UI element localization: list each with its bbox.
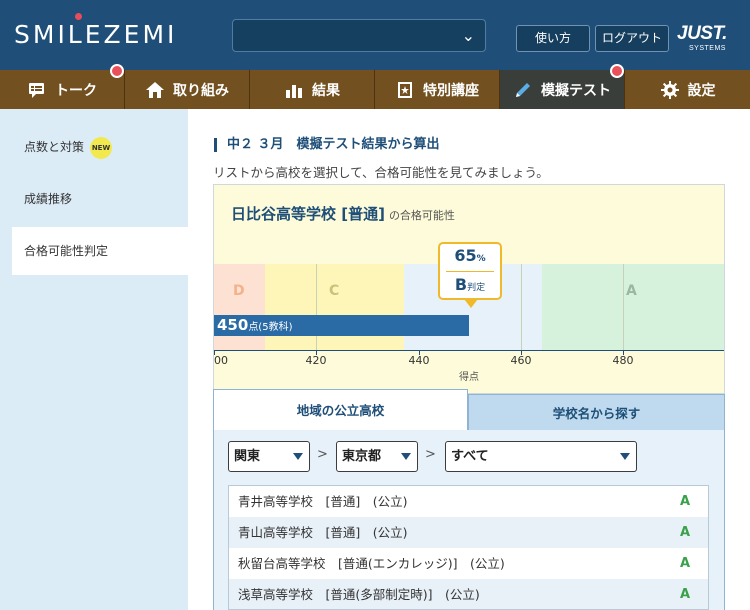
school-grade: A bbox=[679, 587, 690, 602]
brand-sub: SYSTEMS bbox=[689, 45, 726, 52]
nav-item-activities[interactable]: 取り組み bbox=[125, 70, 250, 109]
separator: > bbox=[425, 447, 436, 462]
zone-label: D bbox=[233, 283, 245, 299]
header-dropdown[interactable]: ⌄ bbox=[232, 19, 486, 52]
zone-d: D bbox=[214, 264, 265, 350]
school-grade: A bbox=[679, 494, 690, 509]
main-content: 中２ ３月 模擬テスト結果から算出 リストから高校を選択して、合格可能性を見てみ… bbox=[188, 109, 750, 610]
gridline bbox=[316, 264, 317, 350]
tab-regional-public[interactable]: 地域の公立高校 bbox=[213, 389, 468, 431]
section-subtitle: リストから高校を選択して、合格可能性を見てみましょう。 bbox=[213, 165, 549, 180]
gridline bbox=[521, 264, 522, 350]
nav-item-special-course[interactable]: 特別講座 bbox=[375, 70, 500, 109]
logo-dot bbox=[75, 13, 82, 20]
nav-item-talk[interactable]: トーク bbox=[0, 64, 125, 109]
region-select[interactable]: 関東 bbox=[228, 441, 310, 472]
school-list-name: 青山高等学校 [普通] (公立) bbox=[238, 525, 408, 540]
logout-button[interactable]: ログアウト bbox=[595, 25, 669, 52]
sidebar: 点数と対策 NEW 成績推移 合格可能性判定 bbox=[0, 109, 188, 610]
main-nav: トーク 取り組み 結果 特別講座 模擬テスト 設定 bbox=[0, 64, 750, 109]
pass-probability-chart: 日比谷高等学校 [普通] の合格可能性 D C A 450点(5教科) 00 42… bbox=[213, 184, 725, 394]
dropdown-arrow-icon bbox=[620, 453, 630, 460]
x-tick-label: 00 bbox=[214, 354, 228, 367]
region-value: 関東 bbox=[234, 449, 261, 464]
nav-label: 結果 bbox=[312, 82, 340, 99]
gridline bbox=[623, 264, 624, 350]
category-value: すべて bbox=[451, 449, 489, 464]
probability-value: 65% bbox=[454, 246, 486, 265]
sidebar-item-label: 合格可能性判定 bbox=[24, 244, 109, 258]
zone-c: C bbox=[265, 264, 404, 350]
x-tick-label: 460 bbox=[510, 354, 532, 367]
callout-tail bbox=[464, 299, 478, 308]
school-grade: A bbox=[679, 525, 690, 540]
pencil-icon bbox=[516, 82, 530, 97]
school-list-name: 秋留台高等学校 [普通(エンカレッジ)] (公立) bbox=[238, 556, 505, 571]
list-item[interactable]: 秋留台高等学校 [普通(エンカレッジ)] (公立) A bbox=[229, 548, 708, 579]
sidebar-item-scores[interactable]: 点数と対策 NEW bbox=[12, 123, 188, 171]
list-item[interactable]: 青山高等学校 [普通] (公立) A bbox=[229, 517, 708, 548]
dropdown-arrow-icon bbox=[401, 453, 411, 460]
list-item[interactable]: 青井高等学校 [普通] (公立) A bbox=[229, 486, 708, 517]
tab-search-by-name[interactable]: 学校名から探す bbox=[468, 394, 725, 431]
judgement-grade: B判定 bbox=[446, 271, 494, 301]
new-badge: NEW bbox=[90, 136, 113, 159]
usage-button[interactable]: 使い方 bbox=[516, 25, 590, 52]
section-title: 中２ ３月 模擬テスト結果から算出 bbox=[214, 138, 440, 152]
gear-icon bbox=[660, 80, 679, 99]
x-axis bbox=[214, 350, 724, 351]
prefecture-select[interactable]: 東京都 bbox=[336, 441, 418, 472]
nav-item-results[interactable]: 結果 bbox=[250, 70, 375, 109]
x-axis-title: 得点 bbox=[459, 372, 479, 383]
sidebar-item-label: 成績推移 bbox=[24, 192, 73, 206]
school-list-name: 浅草高等学校 [普通(多部制定時)] (公立) bbox=[238, 587, 480, 602]
home-icon bbox=[146, 81, 164, 98]
chat-icon bbox=[29, 82, 44, 98]
sidebar-item-label: 点数と対策 bbox=[24, 140, 85, 154]
school-list: 青井高等学校 [普通] (公立) A 青山高等学校 [普通] (公立) A 秋留台高… bbox=[228, 485, 709, 610]
school-list-name: 青井高等学校 [普通] (公立) bbox=[238, 494, 408, 509]
x-tick-label: 480 bbox=[612, 354, 634, 367]
separator: > bbox=[317, 447, 328, 462]
nav-label: 設定 bbox=[687, 82, 716, 99]
score-value: 450 bbox=[217, 316, 249, 334]
school-suffix: の合格可能性 bbox=[388, 209, 455, 222]
dropdown-arrow-icon bbox=[293, 453, 303, 460]
prefecture-value: 東京都 bbox=[342, 449, 382, 464]
notification-dot bbox=[110, 64, 124, 78]
nav-label: 模擬テスト bbox=[541, 82, 611, 99]
category-select[interactable]: すべて bbox=[445, 441, 637, 472]
sidebar-item-trend[interactable]: 成績推移 bbox=[12, 175, 188, 223]
search-tabs: 地域の公立高校 学校名から探す bbox=[213, 389, 725, 431]
nav-label: 取り組み bbox=[173, 82, 229, 99]
bar-chart-icon bbox=[286, 84, 302, 98]
nav-item-settings[interactable]: 設定 bbox=[625, 70, 750, 109]
nav-item-mock-test[interactable]: 模擬テスト bbox=[500, 64, 625, 109]
school-grade: A bbox=[679, 556, 690, 571]
school-name: 日比谷高等学校 [普通] の合格可能性 bbox=[231, 205, 455, 223]
list-item[interactable]: 浅草高等学校 [普通(多部制定時)] (公立) A bbox=[229, 579, 708, 609]
chevron-down-icon: ⌄ bbox=[461, 26, 475, 45]
book-icon bbox=[398, 81, 412, 98]
score-bar: 450点(5教科) bbox=[214, 315, 469, 336]
zone-a: A bbox=[542, 264, 724, 350]
smilezemi-logo[interactable]: SMILEZEMI bbox=[14, 20, 177, 49]
x-tick-label: 420 bbox=[305, 354, 327, 367]
score-unit: 点(5教科) bbox=[248, 322, 293, 333]
notification-dot bbox=[610, 64, 624, 78]
zone-label: C bbox=[329, 283, 340, 299]
brand-logo: JUST. bbox=[677, 23, 727, 44]
judgement-callout: 65% B判定 bbox=[438, 242, 502, 300]
nav-label: トーク bbox=[55, 82, 97, 99]
app-header: SMILEZEMI ⌄ 使い方 ログアウト JUST. SYSTEMS bbox=[0, 0, 750, 70]
nav-label: 特別講座 bbox=[423, 82, 479, 99]
x-tick-label: 440 bbox=[408, 354, 430, 367]
zone-label: A bbox=[626, 283, 637, 299]
sidebar-item-pass-probability[interactable]: 合格可能性判定 bbox=[12, 227, 188, 275]
